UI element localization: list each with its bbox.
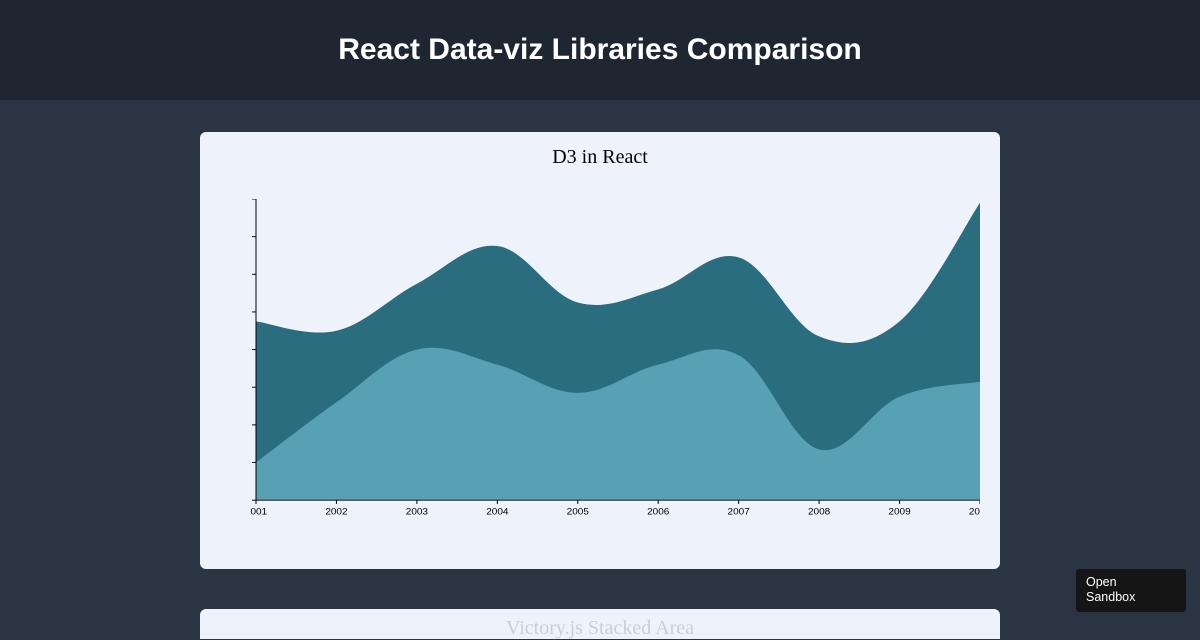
x-tick-label: 2008 (808, 507, 830, 518)
area-chart-svg: 0204060801001201401602001200220032004200… (250, 199, 980, 519)
x-tick-label: 2002 (325, 507, 347, 518)
open-sandbox-line2: Sandbox (1086, 590, 1176, 606)
chart-plot-area: 0204060801001201401602001200220032004200… (220, 179, 980, 549)
chart-card-victory-peek: Victory.js Stacked Area (200, 609, 1000, 639)
x-tick-label: 2009 (888, 507, 910, 518)
page-title: React Data-viz Libraries Comparison (338, 33, 862, 67)
x-tick-label: 2001 (250, 507, 267, 518)
open-sandbox-line1: Open (1086, 575, 1176, 591)
x-tick-label: 2006 (647, 507, 669, 518)
x-tick-label: 2010 (969, 507, 980, 518)
x-tick-label: 2007 (728, 507, 750, 518)
chart-title: D3 in React (220, 146, 980, 169)
chart-title-secondary: Victory.js Stacked Area (200, 617, 1000, 640)
page-header: React Data-viz Libraries Comparison (0, 0, 1200, 100)
chart-card-d3: D3 in React 0204060801001201401602001200… (200, 132, 1000, 569)
x-tick-label: 2005 (567, 507, 589, 518)
x-tick-label: 2003 (406, 507, 428, 518)
x-tick-label: 2004 (486, 507, 509, 518)
open-sandbox-button[interactable]: Open Sandbox (1076, 569, 1186, 612)
